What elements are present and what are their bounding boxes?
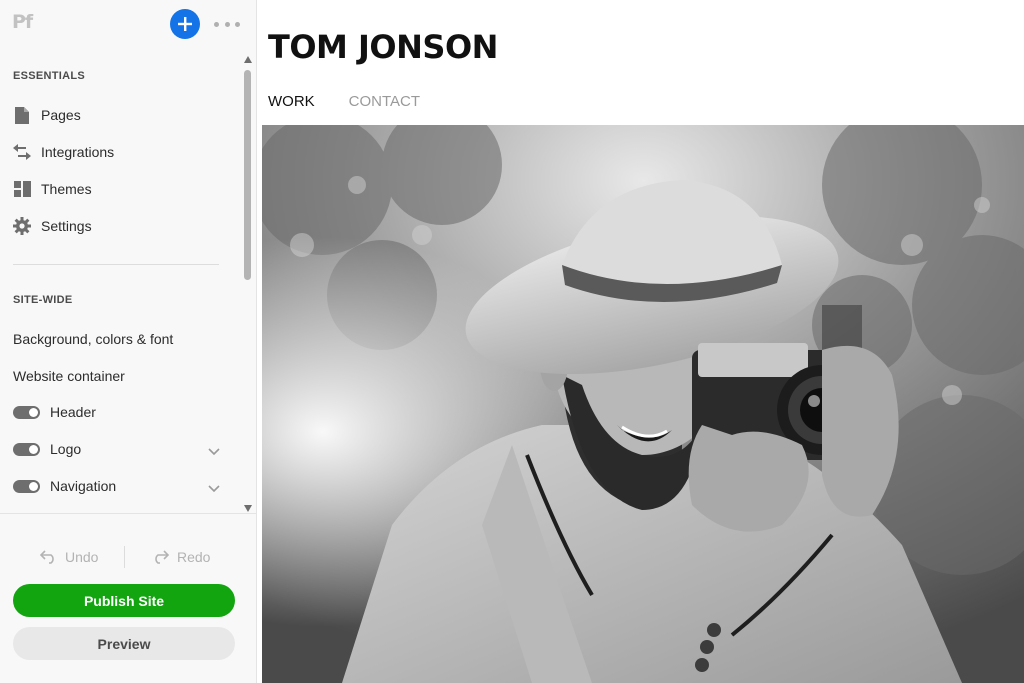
app-logo: Pf xyxy=(12,11,33,33)
sidebar-topbar: Pf xyxy=(0,0,257,48)
scroll-up-arrow-icon[interactable] xyxy=(244,56,252,63)
background-colors-font-link[interactable]: Background, colors & font xyxy=(13,331,173,347)
gear-icon xyxy=(13,217,31,235)
site-preview: TOM JONSON WORK CONTACT xyxy=(258,0,1024,683)
scrollbar-thumb[interactable] xyxy=(244,70,251,280)
redo-label: Redo xyxy=(177,549,211,565)
add-button[interactable] xyxy=(170,9,200,39)
chevron-down-icon[interactable] xyxy=(208,480,220,496)
swap-arrows-icon xyxy=(13,143,31,161)
website-container-link[interactable]: Website container xyxy=(13,368,125,384)
header-toggle-row: Header xyxy=(13,399,228,425)
sidebar-item-settings[interactable]: Settings xyxy=(13,213,228,239)
plus-icon xyxy=(178,17,192,31)
site-nav-work[interactable]: WORK xyxy=(268,93,315,110)
sidebar-scroll-area: ESSENTIALS Pages Integrations Themes Set… xyxy=(0,48,257,513)
redo-button[interactable]: Redo xyxy=(152,544,210,570)
sidebar-divider xyxy=(13,264,219,265)
photographer-with-camera-image xyxy=(262,125,1024,683)
site-nav-contact[interactable]: CONTACT xyxy=(349,93,420,110)
more-options-button[interactable] xyxy=(214,15,240,33)
undo-redo-divider xyxy=(124,546,125,568)
header-toggle[interactable] xyxy=(13,405,40,419)
sidebar-item-label: Themes xyxy=(41,181,92,197)
essentials-heading: ESSENTIALS xyxy=(13,70,86,82)
preview-button[interactable]: Preview xyxy=(13,627,235,660)
sidebar-item-pages[interactable]: Pages xyxy=(13,102,228,128)
chevron-down-icon[interactable] xyxy=(208,443,220,459)
undo-label: Undo xyxy=(65,549,99,565)
logo-toggle[interactable] xyxy=(13,442,40,456)
themes-grid-icon xyxy=(13,180,31,198)
sidebar-footer: Undo Redo Publish Site Preview xyxy=(0,513,257,683)
sidebar-item-label: Settings xyxy=(41,218,92,234)
toggle-label: Logo xyxy=(50,441,82,457)
sitewide-heading: SITE-WIDE xyxy=(13,294,73,306)
publish-site-button[interactable]: Publish Site xyxy=(13,584,235,617)
sidebar-item-integrations[interactable]: Integrations xyxy=(13,139,228,165)
sidebar-item-label: Pages xyxy=(41,107,81,123)
logo-toggle-row: Logo xyxy=(13,436,228,462)
sidebar-item-themes[interactable]: Themes xyxy=(13,176,228,202)
redo-icon xyxy=(155,550,169,564)
undo-icon xyxy=(40,550,54,564)
toggle-label: Navigation xyxy=(50,478,117,494)
sidebar-item-label: Integrations xyxy=(41,144,115,160)
page-icon xyxy=(13,106,31,124)
site-title[interactable]: TOM JONSON xyxy=(268,28,498,66)
site-navigation: WORK CONTACT xyxy=(268,93,454,110)
hero-image[interactable] xyxy=(262,125,1024,683)
sidebar: Pf ESSENTIALS Pages Integrations Themes … xyxy=(0,0,257,683)
more-dots-icon xyxy=(214,21,219,27)
scroll-down-arrow-icon[interactable] xyxy=(244,505,252,512)
sidebar-scrollbar[interactable] xyxy=(241,56,255,512)
toggle-label: Header xyxy=(50,404,96,420)
undo-button[interactable]: Undo xyxy=(40,544,98,570)
navigation-toggle-row: Navigation xyxy=(13,473,228,499)
navigation-toggle[interactable] xyxy=(13,479,40,493)
undo-redo-bar: Undo Redo xyxy=(0,544,257,570)
